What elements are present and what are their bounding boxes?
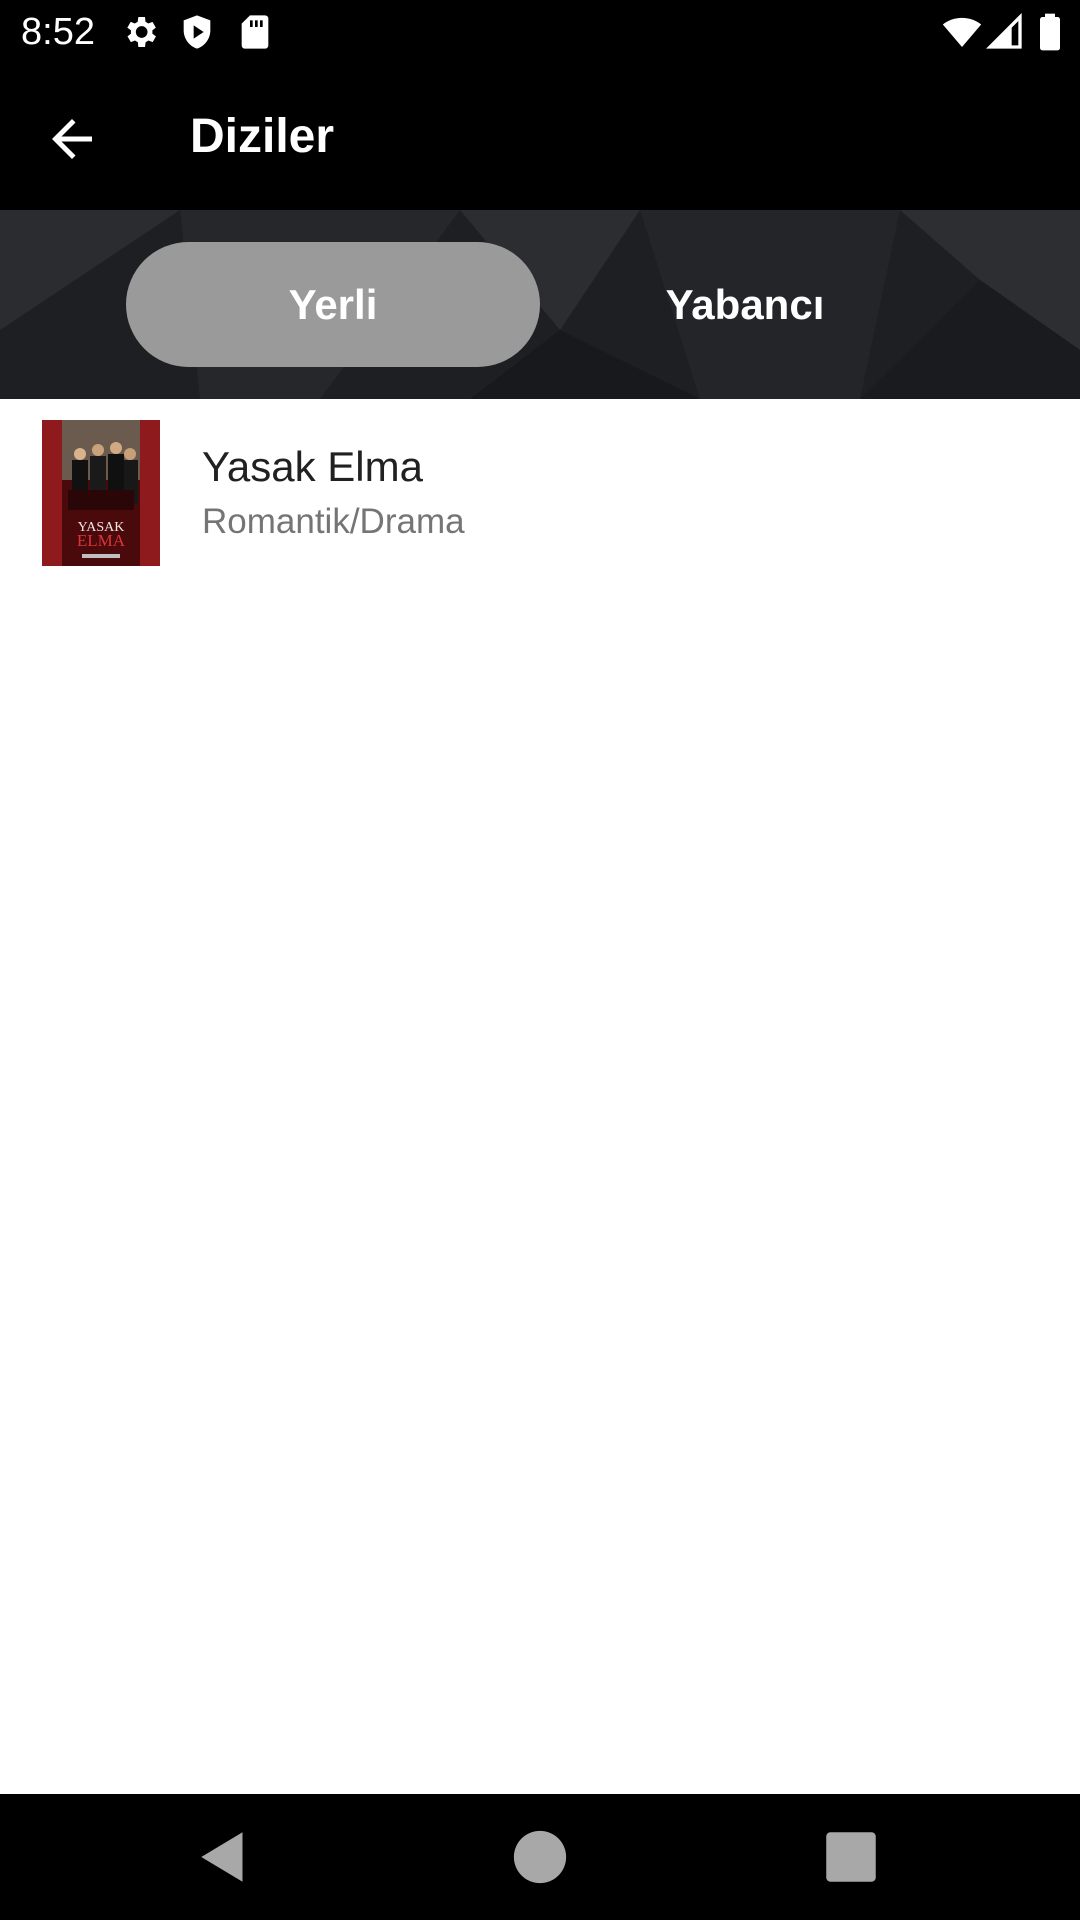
home-circle-icon[interactable]: [507, 1824, 573, 1890]
list-item[interactable]: YASAK ELMA Yasak Elma Romantik/Drama: [0, 399, 1080, 575]
poster-title-line2: ELMA: [77, 531, 126, 550]
gear-icon: [120, 12, 160, 52]
poster-illustration: YASAK ELMA: [42, 420, 160, 566]
recents-square-icon[interactable]: [818, 1824, 884, 1890]
wifi-icon: [942, 12, 982, 52]
shield-play-icon: [177, 12, 217, 52]
item-title: Yasak Elma: [202, 443, 423, 490]
status-time: 8:52: [21, 11, 95, 53]
arrow-left-icon: [52, 119, 92, 159]
cell-signal-icon: [985, 12, 1025, 52]
sd-card-icon: [235, 12, 275, 52]
navigation-bar: [0, 1794, 1080, 1920]
app-bar: Diziler: [0, 63, 1080, 210]
poster-image: YASAK ELMA: [42, 420, 160, 566]
series-list: YASAK ELMA Yasak Elma Romantik/Drama: [0, 399, 1080, 575]
back-triangle-icon[interactable]: [193, 1824, 259, 1890]
status-bar: 8:52: [0, 0, 1080, 63]
battery-icon: [1030, 12, 1070, 52]
tab-yerli[interactable]: Yerli: [126, 242, 540, 367]
item-genre: Romantik/Drama: [202, 502, 465, 541]
tab-strip: Yerli Yabancı: [0, 210, 1080, 399]
tab-yabanci[interactable]: Yabancı: [538, 242, 952, 367]
page-title: Diziler: [190, 110, 335, 163]
back-button[interactable]: [42, 109, 102, 169]
screen: 8:52 Diziler Yerli Yabancı YASAK ELMA Ya…: [0, 0, 1080, 1920]
